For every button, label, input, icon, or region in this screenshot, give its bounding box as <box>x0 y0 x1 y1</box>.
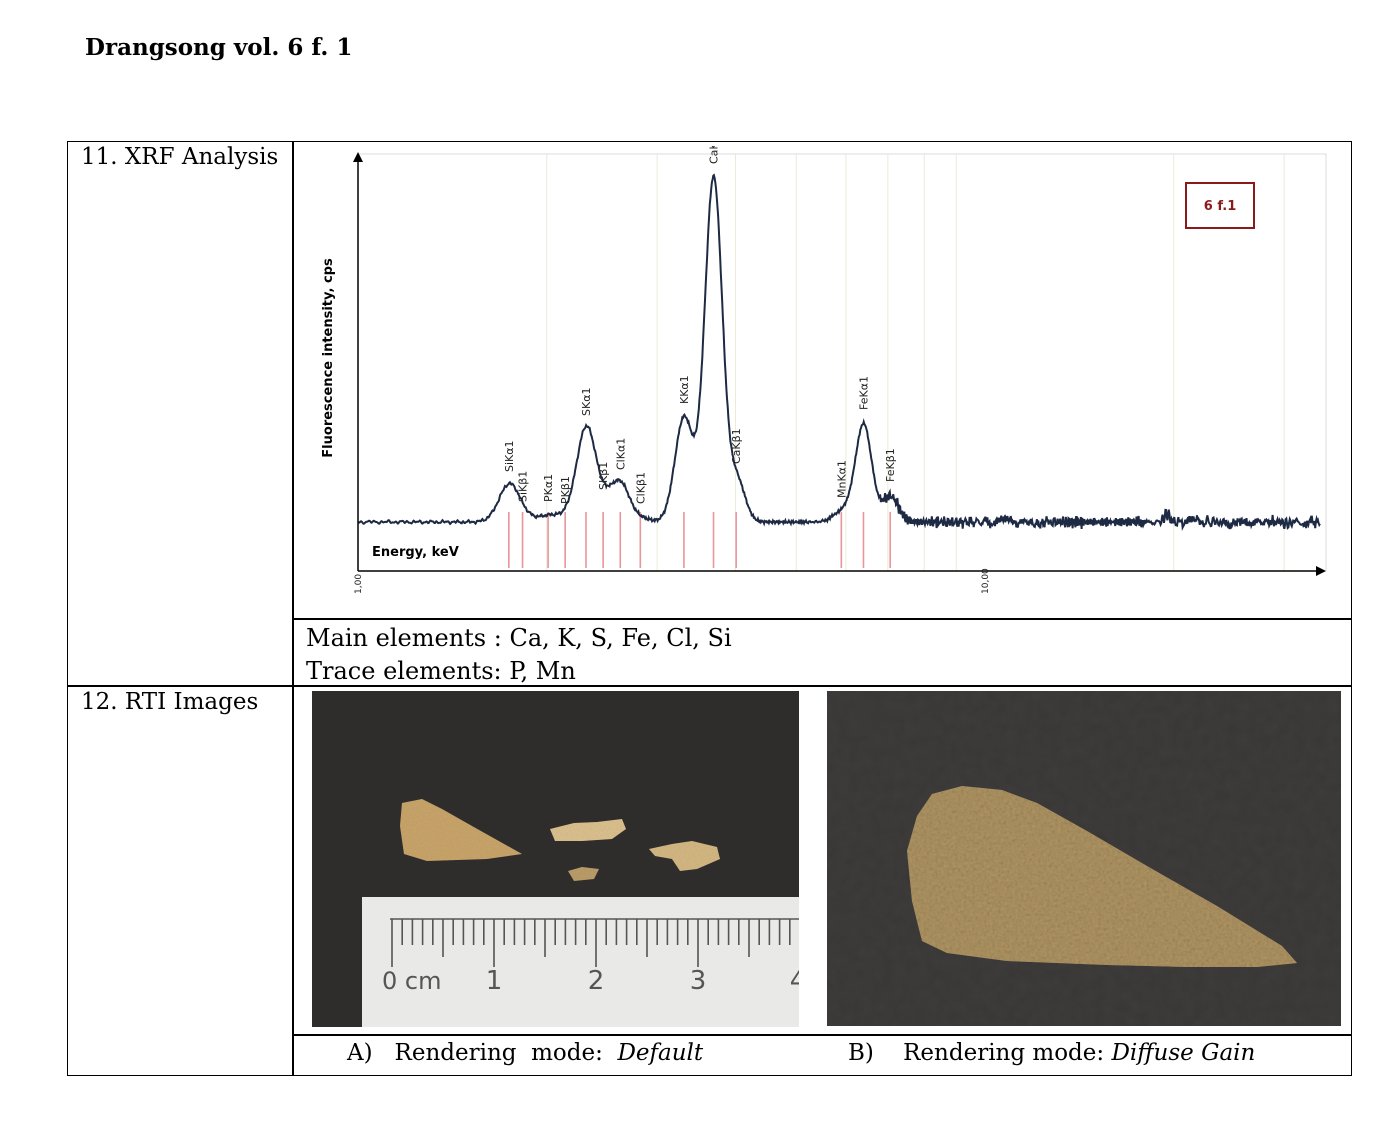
row-divider-images-captions <box>292 1034 1352 1036</box>
peak-label: FeKα1 <box>857 376 870 410</box>
ruler-label-2: 2 <box>588 966 605 996</box>
caption-a: A) Rendering mode: Default <box>347 1040 703 1066</box>
peak-label: SKβ1 <box>597 462 610 490</box>
xrf-section-label: 11. XRF Analysis <box>81 144 279 170</box>
rti-section-label: 12. RTI Images <box>81 689 259 715</box>
peak-label: PKβ1 <box>559 476 572 504</box>
peak-label: SiKα1 <box>503 440 516 472</box>
y-axis-label: Fluorescence intensity, cps <box>321 258 336 458</box>
legend-label: 6 f.1 <box>1204 199 1237 214</box>
ruler-label-1: 1 <box>486 966 503 996</box>
peak-label: SKα1 <box>580 388 593 416</box>
row-divider-chart-elements <box>292 618 1352 620</box>
x-tick-label: 10,00 <box>981 568 991 594</box>
caption-b: B) Rendering mode: Diffuse Gain <box>848 1040 1255 1066</box>
main-elements-text: Main elements : Ca, K, S, Fe, Cl, Si <box>306 624 732 652</box>
peak-label: ClKβ1 <box>634 472 647 504</box>
rti-image-default: 0 cm 1 2 3 4 <box>312 691 799 1027</box>
column-divider <box>292 141 294 1076</box>
x-axis-arrow <box>1316 566 1326 576</box>
caption-a-prefix: A) Rendering mode: <box>347 1040 618 1066</box>
peak-label: ClKα1 <box>614 438 627 470</box>
ruler-label-0: 0 cm <box>382 967 441 995</box>
peak-label: CaKβ1 <box>730 428 743 464</box>
x-tick-labels: 1,00 10,00 <box>354 568 991 594</box>
caption-b-mode: Diffuse Gain <box>1111 1040 1256 1066</box>
element-list: Main elements : Ca, K, S, Fe, Cl, Si Tra… <box>306 622 732 688</box>
caption-b-prefix: B) Rendering mode: <box>848 1040 1112 1066</box>
peak-label: PKα1 <box>542 474 555 502</box>
trace-elements-text: Trace elements: P, Mn <box>306 657 576 685</box>
peak-label: CaKα1 <box>708 146 721 164</box>
peak-label: MnKα1 <box>835 460 848 498</box>
peak-label: SiKβ1 <box>517 471 530 502</box>
peak-label: FeKβ1 <box>884 448 897 482</box>
ruler-label-4: 4 <box>790 966 799 996</box>
ruler-label-3: 3 <box>690 966 707 996</box>
caption-a-mode: Default <box>617 1040 704 1066</box>
x-tick-label: 1,00 <box>354 574 364 594</box>
peak-labels: SiKα1SiKβ1 PKα1 PKβ1 SKα1 SKβ1 ClKα1 ClKβ1 KKα1… <box>503 146 897 504</box>
peak-markers <box>508 512 892 568</box>
rti-image-diffuse-gain <box>827 691 1341 1026</box>
peak-label: KKα1 <box>678 375 691 404</box>
ruler <box>362 897 799 1027</box>
x-axis-label: Energy, keV <box>372 545 459 560</box>
xrf-spectrum-chart: SiKα1SiKβ1 PKα1 PKβ1 SKα1 SKβ1 ClKα1 ClKβ1 KKα1… <box>321 146 1327 594</box>
document-title: Drangsong vol. 6 f. 1 <box>85 34 353 61</box>
